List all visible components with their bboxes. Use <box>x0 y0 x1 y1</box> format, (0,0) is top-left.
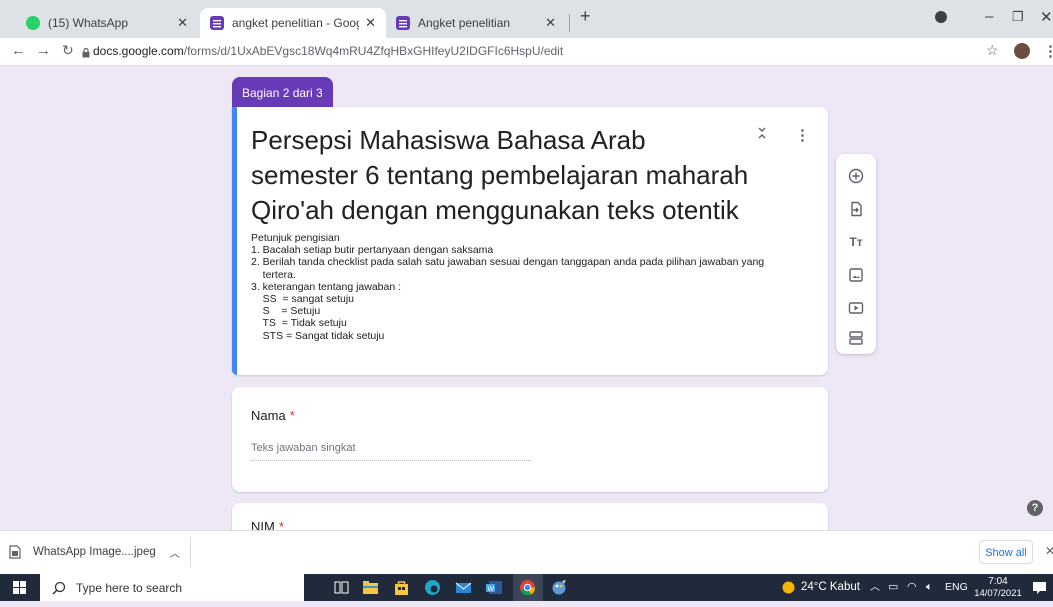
floating-toolbar: Tт <box>836 154 876 354</box>
network-icon[interactable]: ▭ <box>888 574 898 601</box>
required-asterisk: * <box>289 408 295 423</box>
tab-strip: (15) WhatsApp ✕ angket penelitian - Goog… <box>0 0 1053 38</box>
taskbar-search[interactable]: Type here to search <box>40 574 304 601</box>
download-shelf: WhatsApp Image....jpeg ︿ Show all ✕ <box>0 530 1053 574</box>
focus-indicator <box>232 107 237 375</box>
tab-angket[interactable]: Angket penelitian ✕ <box>386 8 566 38</box>
close-tab-icon[interactable]: ✕ <box>365 15 376 31</box>
notification-icon[interactable] <box>1031 579 1048 596</box>
new-tab-button[interactable]: + <box>580 6 591 27</box>
profile-dot-icon[interactable] <box>935 11 947 23</box>
search-icon <box>52 581 66 595</box>
close-shelf-icon[interactable]: ✕ <box>1045 544 1053 558</box>
question-card[interactable]: Nama * Teks jawaban singkat <box>232 387 828 492</box>
file-explorer-icon[interactable] <box>362 579 379 596</box>
question-title: Nama <box>251 408 286 423</box>
section-title[interactable]: Persepsi Mahasiswa Bahasa Arab semester … <box>251 123 751 228</box>
required-asterisk: * <box>278 519 284 530</box>
add-question-icon[interactable] <box>847 167 865 185</box>
more-options-icon[interactable]: ⋮ <box>795 126 810 144</box>
download-item[interactable]: WhatsApp Image....jpeg ︿ <box>9 541 180 563</box>
google-forms-icon <box>210 16 224 30</box>
close-tab-icon[interactable]: ✕ <box>545 15 556 31</box>
lock-icon <box>82 45 90 58</box>
whatsapp-icon <box>26 16 40 30</box>
add-section-icon[interactable] <box>847 329 865 347</box>
file-icon <box>9 545 21 559</box>
reload-icon[interactable]: ↻ <box>62 42 74 59</box>
question-label: Nama * <box>251 408 295 423</box>
close-window-icon[interactable]: ✕ <box>1040 8 1053 26</box>
import-questions-icon[interactable] <box>847 200 865 218</box>
chevron-up-icon[interactable]: ︿ <box>170 545 180 560</box>
forward-icon[interactable]: → <box>36 42 51 59</box>
help-icon[interactable]: ? <box>1027 500 1043 516</box>
divider <box>190 537 191 567</box>
tab-whatsapp[interactable]: (15) WhatsApp ✕ <box>16 8 198 38</box>
store-icon[interactable] <box>393 579 410 596</box>
taskbar: Type here to search W 24°C Kabut ︿ ▭ ◠ 🔈… <box>0 574 1053 601</box>
section-description[interactable]: Petunjuk pengisian 1. Bacalah setiap but… <box>251 232 764 342</box>
paint-app-icon[interactable] <box>551 579 568 596</box>
search-placeholder: Type here to search <box>76 580 183 595</box>
tab-label: Angket penelitian <box>418 16 511 30</box>
avatar[interactable] <box>1014 43 1030 59</box>
restore-icon[interactable]: ❐ <box>1012 9 1024 25</box>
section-tag: Bagian 2 dari 3 <box>232 77 333 107</box>
language-indicator[interactable]: ENG <box>945 574 968 601</box>
menu-icon[interactable]: ⋮ <box>1043 42 1053 60</box>
volume-icon[interactable]: 🔈︎ <box>926 574 933 601</box>
add-image-icon[interactable] <box>847 266 865 284</box>
mail-icon[interactable] <box>455 579 472 596</box>
question-label: NIM * <box>251 519 284 530</box>
back-icon[interactable]: ← <box>11 42 26 59</box>
google-forms-icon <box>396 16 410 30</box>
add-title-icon[interactable]: Tт <box>847 233 865 251</box>
tab-separator <box>569 14 570 32</box>
url-path: /forms/d/1UxAbEVgsc18Wq4mRU4ZfqHBxGHIfey… <box>183 44 564 58</box>
show-all-button[interactable]: Show all <box>979 540 1033 564</box>
task-view-icon[interactable] <box>333 579 350 596</box>
edge-icon[interactable] <box>424 579 441 596</box>
collapse-icon[interactable] <box>757 127 767 142</box>
download-filename: WhatsApp Image....jpeg <box>33 546 156 558</box>
weather-text[interactable]: 24°C Kabut <box>801 574 860 601</box>
windows-start-icon[interactable] <box>13 581 26 594</box>
chrome-icon[interactable] <box>519 579 536 596</box>
clock-date[interactable]: 14/07/2021 <box>974 580 1022 607</box>
tab-google-form[interactable]: angket penelitian - Google Form ✕ <box>200 8 386 38</box>
address-bar: ← → ↻ docs.google.com/forms/d/1UxAbEVgsc… <box>0 38 1053 66</box>
word-icon[interactable]: W <box>486 579 503 596</box>
add-video-icon[interactable] <box>847 299 865 317</box>
tab-label: (15) WhatsApp <box>48 16 129 30</box>
svg-text:W: W <box>488 586 495 593</box>
minimize-icon[interactable]: – <box>985 8 993 25</box>
bookmark-star-icon[interactable]: ☆ <box>986 42 999 59</box>
form-editor-canvas: Bagian 2 dari 3 Persepsi Mahasiswa Bahas… <box>0 66 1053 530</box>
close-tab-icon[interactable]: ✕ <box>177 15 188 31</box>
url-field[interactable]: docs.google.com/forms/d/1UxAbEVgsc18Wq4m… <box>93 42 563 61</box>
url-host: docs.google.com <box>93 44 184 58</box>
question-card[interactable]: NIM * <box>232 503 828 530</box>
tab-label: angket penelitian - Google Form <box>232 16 359 30</box>
short-answer-placeholder: Teks jawaban singkat <box>251 442 531 461</box>
weather-icon[interactable] <box>780 579 797 596</box>
section-header-card[interactable]: Persepsi Mahasiswa Bahasa Arab semester … <box>232 107 828 375</box>
wifi-icon[interactable]: ◠ <box>907 574 917 601</box>
chevron-up-icon[interactable]: ︿ <box>870 574 880 601</box>
question-title: NIM <box>251 519 275 530</box>
